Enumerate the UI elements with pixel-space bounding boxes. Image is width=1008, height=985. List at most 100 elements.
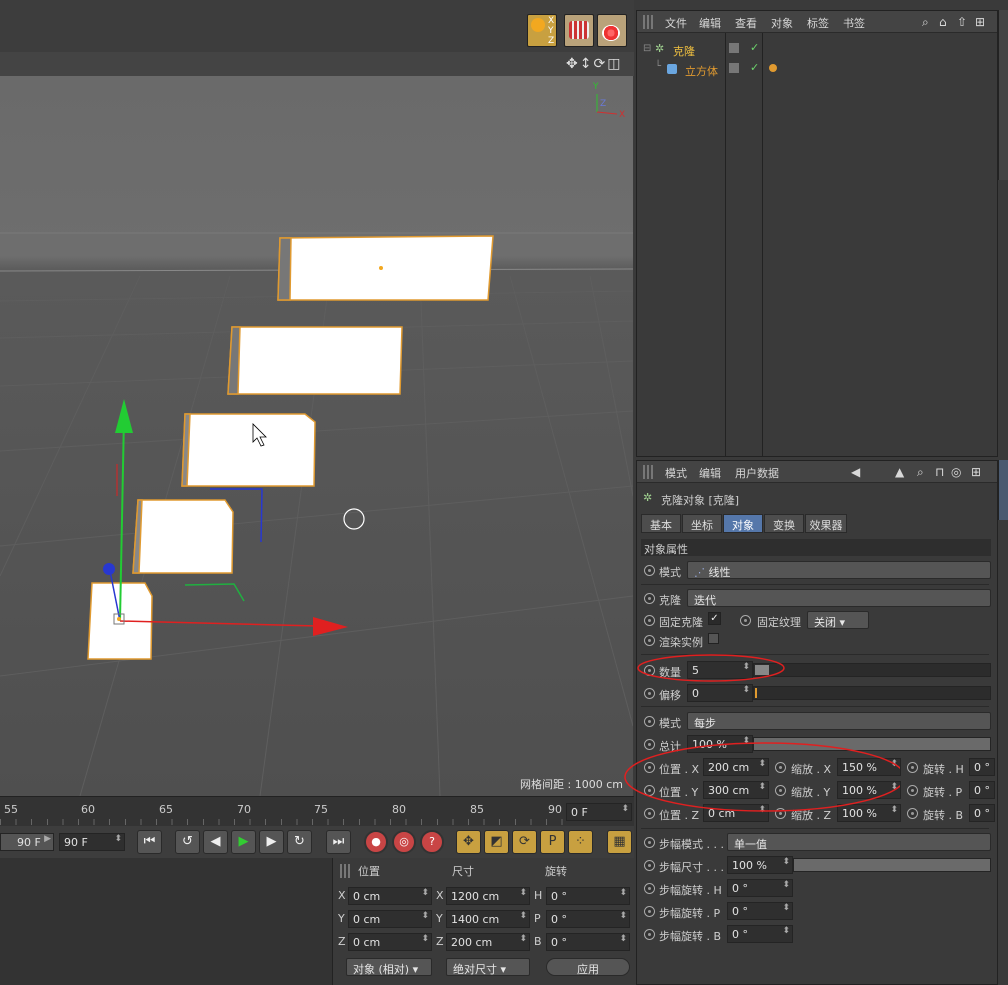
next-key-button[interactable]: ↻	[287, 830, 312, 854]
animate-radio[interactable]	[644, 883, 655, 894]
next-frame-button[interactable]: ▶	[259, 830, 284, 854]
play-button[interactable]: ▶	[231, 830, 256, 854]
size-y-field[interactable]: 1400 cm ⬍	[446, 910, 530, 928]
lock-icon[interactable]: ⊓	[935, 465, 944, 479]
mode-dropdown[interactable]: ⋰ 线性	[687, 561, 991, 579]
tab-coord[interactable]: 坐标	[682, 514, 722, 533]
target-icon[interactable]: ◎	[951, 465, 961, 479]
menu-tags[interactable]: 标签	[807, 15, 829, 31]
menu-file[interactable]: 文件	[665, 15, 687, 31]
key-help-icon[interactable]: ?	[420, 830, 444, 854]
viewport-nav-icons[interactable]: ✥↕⟳◫	[566, 56, 622, 72]
fix-texture-dropdown[interactable]: 关闭 ▾	[807, 611, 869, 629]
prev-frame-button[interactable]: ◀	[203, 830, 228, 854]
menu-objects[interactable]: 对象	[771, 15, 793, 31]
auto-key-icon[interactable]: ◎	[392, 830, 416, 854]
material-tag-icon[interactable]	[769, 64, 777, 72]
home-icon[interactable]: ⌂	[939, 15, 947, 29]
record-key-icon[interactable]: ●	[364, 830, 388, 854]
timeline-ruler[interactable]: 55 60 65 70 75 80 85 90 0 F ⬍	[0, 796, 634, 826]
scale-key-icon[interactable]: ◩	[484, 830, 509, 854]
point-key-icon[interactable]: ⁘	[568, 830, 593, 854]
tab-basic[interactable]: 基本	[641, 514, 681, 533]
3d-viewport[interactable]: Y Z X 网格间距 : 1000 cm	[0, 76, 633, 796]
preview-start-field[interactable]: 90 F ▶	[0, 833, 54, 851]
apply-button[interactable]: 应用	[546, 958, 630, 976]
tab-effectors[interactable]: 效果器	[805, 514, 847, 533]
clone-mode-dropdown[interactable]: 迭代	[687, 589, 991, 607]
coord-mode-select[interactable]: 对象 (相对) ▾	[346, 958, 432, 976]
tab-object[interactable]: 对象	[723, 514, 763, 533]
animate-radio[interactable]	[740, 615, 751, 626]
animate-radio[interactable]	[644, 837, 655, 848]
rotation-h-field[interactable]: 0 °	[969, 758, 995, 776]
tree-item-clone[interactable]: ⊟ ✲ 克隆 ✓	[637, 41, 997, 59]
render-settings-icon[interactable]	[597, 14, 627, 47]
panel-grip[interactable]	[643, 15, 655, 29]
animate-radio[interactable]	[644, 615, 655, 626]
menu-view[interactable]: 查看	[735, 15, 757, 31]
menu-edit[interactable]: 编辑	[699, 465, 721, 481]
new-window-icon[interactable]: ⊞	[971, 465, 981, 479]
animate-radio[interactable]	[644, 929, 655, 940]
go-to-start-button[interactable]: ⏮	[137, 830, 162, 854]
animate-radio[interactable]	[644, 906, 655, 917]
menu-edit[interactable]: 编辑	[699, 15, 721, 31]
annotation-overlay	[624, 654, 900, 812]
coordinate-system-icon[interactable]: XYZ	[527, 14, 557, 47]
animate-radio[interactable]	[907, 762, 918, 773]
animate-radio[interactable]	[644, 860, 655, 871]
tab-transform[interactable]: 变换	[764, 514, 804, 533]
position-x-field[interactable]: 0 cm ⬍	[348, 887, 432, 905]
panel-grip[interactable]	[340, 864, 352, 878]
position-z-field[interactable]: 0 cm ⬍	[348, 933, 432, 951]
move-key-icon[interactable]: ✥	[456, 830, 481, 854]
size-z-field[interactable]: 200 cm ⬍	[446, 933, 530, 951]
step-rotation-p-field[interactable]: 0 ° ⬍	[727, 902, 793, 920]
rotation-p-field[interactable]: 0 ° ⬍	[546, 910, 630, 928]
menu-mode[interactable]: 模式	[665, 465, 687, 481]
material-manager-area[interactable]	[0, 858, 333, 985]
menu-bookmarks[interactable]: 书签	[843, 15, 865, 31]
menu-user-data[interactable]: 用户数据	[735, 465, 779, 481]
search-icon[interactable]: ⌕	[917, 465, 924, 480]
animate-radio[interactable]	[644, 565, 655, 576]
go-to-end-button[interactable]: ⏭	[326, 830, 351, 854]
layer-icon[interactable]	[729, 43, 739, 53]
animate-radio[interactable]	[907, 808, 918, 819]
back-arrow-icon[interactable]: ◀	[851, 465, 860, 479]
size-x-field[interactable]: 1200 cm ⬍	[446, 887, 530, 905]
search-icon[interactable]: ⌕	[922, 15, 929, 30]
up-icon[interactable]: ⇧	[957, 15, 967, 29]
step-mode-value-dropdown[interactable]: 单一值	[727, 833, 991, 851]
up-arrow-icon[interactable]: ▲	[895, 465, 904, 479]
fix-clone-checkbox[interactable]: ✓	[708, 612, 721, 625]
step-size-field[interactable]: 100 % ⬍	[727, 856, 793, 874]
animate-radio[interactable]	[907, 785, 918, 796]
new-window-icon[interactable]: ⊞	[975, 15, 985, 29]
rotation-b-field[interactable]: 0 ° ⬍	[546, 933, 630, 951]
param-key-icon[interactable]: P	[540, 830, 565, 854]
preview-end-field[interactable]: 90 F ⬍	[59, 833, 125, 851]
rotate-key-icon[interactable]: ⟳	[512, 830, 537, 854]
rotation-p-field[interactable]: 0 °	[969, 781, 995, 799]
position-y-field[interactable]: 0 cm ⬍	[348, 910, 432, 928]
timeline-window-icon[interactable]: ▦	[607, 830, 632, 854]
size-mode-select[interactable]: 绝对尺寸 ▾	[446, 958, 530, 976]
render-view-icon[interactable]	[564, 14, 594, 47]
enabled-check-icon[interactable]: ✓	[750, 61, 759, 74]
side-tab-attributes[interactable]	[998, 460, 1008, 520]
enabled-check-icon[interactable]: ✓	[750, 41, 759, 54]
tree-item-cube[interactable]: └ 立方体 ✓	[637, 61, 997, 79]
panel-grip[interactable]	[643, 465, 655, 479]
prev-key-button[interactable]: ↺	[175, 830, 200, 854]
animate-radio[interactable]	[644, 593, 655, 604]
rotation-h-field[interactable]: 0 ° ⬍	[546, 887, 630, 905]
side-tab-objects[interactable]	[998, 10, 1008, 180]
coordinates-manager: 位置 尺寸 旋转 X 0 cm ⬍ X 1200 cm ⬍ H 0 ° ⬍ Y 0 c…	[0, 858, 634, 985]
step-rotation-b-field[interactable]: 0 ° ⬍	[727, 925, 793, 943]
step-rotation-h-field[interactable]: 0 ° ⬍	[727, 879, 793, 897]
layer-icon[interactable]	[729, 63, 739, 73]
step-size-slider[interactable]	[793, 858, 991, 872]
rotation-b-field[interactable]: 0 °	[969, 804, 995, 822]
